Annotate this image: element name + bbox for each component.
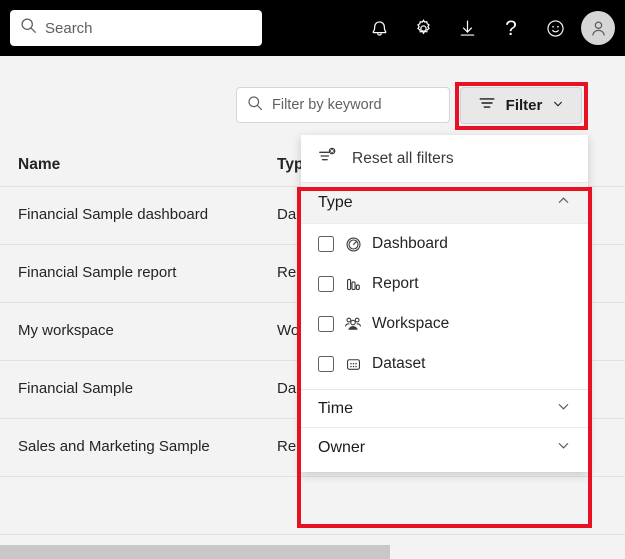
checkbox-dashboard[interactable] xyxy=(318,236,334,252)
checkbox-workspace[interactable] xyxy=(318,316,334,332)
dashboard-gauge-icon xyxy=(343,236,363,253)
cell-type: Da xyxy=(277,380,297,397)
content-bottom-divider xyxy=(0,534,625,535)
app-top-bar: Search ? xyxy=(0,0,625,56)
chevron-up-icon xyxy=(556,193,571,213)
filter-dropdown-panel: Reset all filters Type Dashboard Report … xyxy=(301,135,588,472)
feedback-smiley-icon[interactable] xyxy=(533,6,577,50)
cell-name: Financial Sample dashboard xyxy=(18,206,209,223)
dataset-grid-icon xyxy=(343,356,363,373)
filter-section-owner-label: Owner xyxy=(318,438,366,456)
cell-name: Financial Sample xyxy=(18,380,134,397)
chevron-down-icon xyxy=(556,438,571,458)
cell-name: My workspace xyxy=(18,322,114,339)
account-avatar-icon[interactable] xyxy=(581,11,615,45)
global-search-box[interactable]: Search xyxy=(10,10,262,46)
workspace-people-icon xyxy=(343,315,363,333)
filter-button-label: Filter xyxy=(505,97,543,114)
chevron-down-icon xyxy=(556,399,571,419)
reset-all-filters-label: Reset all filters xyxy=(352,149,454,167)
cell-type: Wo xyxy=(277,322,300,339)
column-header-name[interactable]: Name xyxy=(18,156,60,174)
row-divider xyxy=(0,476,625,477)
checkbox-report[interactable] xyxy=(318,276,334,292)
filter-option-workspace[interactable]: Workspace xyxy=(301,305,588,343)
cell-name: Financial Sample report xyxy=(18,264,177,281)
filter-lines-icon xyxy=(478,94,496,117)
report-bars-icon xyxy=(343,276,363,293)
search-icon xyxy=(247,95,263,116)
filter-button[interactable]: Filter xyxy=(460,87,582,124)
checkbox-dataset[interactable] xyxy=(318,356,334,372)
filter-option-report-label: Report xyxy=(372,275,419,293)
notifications-bell-icon[interactable] xyxy=(357,6,401,50)
filter-section-time-header[interactable]: Time xyxy=(301,389,588,428)
cell-name: Sales and Marketing Sample xyxy=(18,438,210,455)
filter-section-type-header[interactable]: Type xyxy=(301,183,588,224)
keyword-filter-placeholder: Filter by keyword xyxy=(272,96,382,113)
chevron-down-icon xyxy=(552,97,564,115)
global-search-placeholder: Search xyxy=(45,19,93,37)
filter-section-time-label: Time xyxy=(318,399,353,417)
settings-gear-icon[interactable] xyxy=(401,6,445,50)
cell-type: Da xyxy=(277,206,297,223)
search-icon xyxy=(20,17,37,39)
reset-all-filters-button[interactable]: Reset all filters xyxy=(301,135,588,183)
download-icon[interactable] xyxy=(445,6,489,50)
filter-option-dashboard[interactable]: Dashboard xyxy=(301,225,588,263)
filter-option-dataset-label: Dataset xyxy=(372,355,426,373)
help-question-icon[interactable]: ? xyxy=(489,6,533,50)
help-question-glyph: ? xyxy=(505,16,517,40)
filter-option-workspace-label: Workspace xyxy=(372,315,450,333)
filter-section-owner-header[interactable]: Owner xyxy=(301,428,588,467)
horizontal-scrollbar-thumb[interactable] xyxy=(0,545,390,559)
filter-option-report[interactable]: Report xyxy=(301,265,588,303)
top-bar-icon-group: ? xyxy=(357,0,619,56)
keyword-filter-input[interactable]: Filter by keyword xyxy=(236,87,450,123)
filter-option-dataset[interactable]: Dataset xyxy=(301,345,588,383)
reset-filters-icon xyxy=(318,146,338,171)
page-content: Filter by keyword Filter Name Type Finan… xyxy=(0,56,625,559)
filter-option-dashboard-label: Dashboard xyxy=(372,235,448,253)
filter-section-type-label: Type xyxy=(318,194,353,211)
